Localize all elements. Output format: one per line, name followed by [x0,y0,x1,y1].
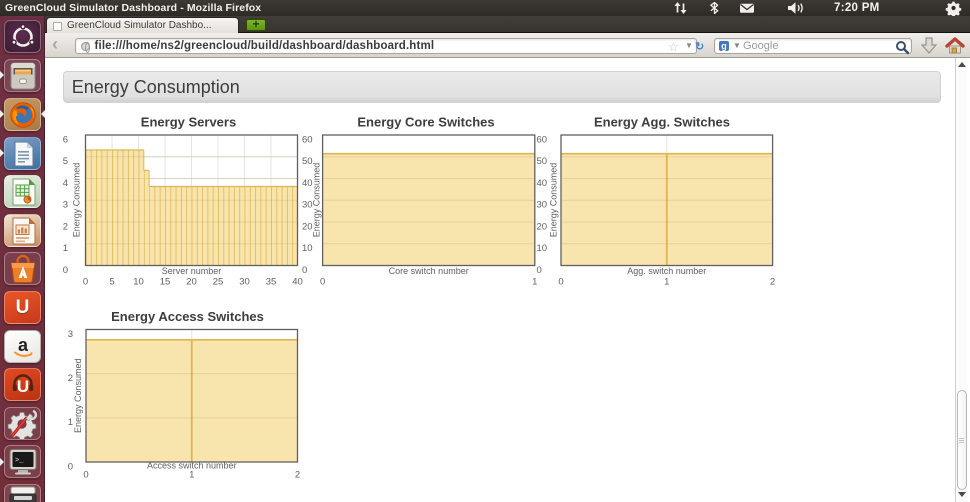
svg-text:30: 30 [537,200,548,211]
svg-text:1: 1 [63,243,68,254]
svg-text:5: 5 [109,276,114,287]
svg-text:Server number: Server number [162,266,222,276]
svg-text:10: 10 [133,276,144,287]
svg-text:0: 0 [302,265,307,276]
svg-text:Energy Core Switches: Energy Core Switches [357,115,494,130]
svg-text:1: 1 [189,470,194,481]
svg-text:40: 40 [292,276,303,287]
svg-text:0: 0 [320,276,325,287]
svg-text:Energy Consumed: Energy Consumed [549,163,559,238]
svg-text:U: U [16,377,28,396]
svg-text:2: 2 [770,276,775,287]
svg-text:Access switch number: Access switch number [147,460,237,470]
svg-text:Energy Access Switches: Energy Access Switches [111,309,264,324]
svg-text:2: 2 [63,221,68,232]
svg-text:20: 20 [186,276,197,287]
svg-text:0: 0 [558,276,563,287]
svg-text:0: 0 [68,461,73,472]
svg-text:1: 1 [664,276,669,287]
svg-text:0: 0 [537,265,542,276]
svg-text:25: 25 [213,276,224,287]
svg-text:0: 0 [83,276,88,287]
svg-text:4: 4 [63,178,68,189]
svg-text:10: 10 [302,243,313,254]
svg-text:5: 5 [63,156,68,167]
svg-text:a: a [17,335,28,355]
svg-text:>_: >_ [15,457,24,465]
svg-text:Energy Servers: Energy Servers [141,115,236,130]
svg-text:0: 0 [63,265,68,276]
svg-text:3: 3 [63,200,68,211]
svg-text:Energy Consumed: Energy Consumed [73,358,83,433]
svg-text:50: 50 [537,156,548,167]
svg-text:30: 30 [239,276,250,287]
svg-text:15: 15 [160,276,171,287]
svg-text:Energy Agg. Switches: Energy Agg. Switches [594,115,730,130]
svg-text:60: 60 [537,134,548,145]
svg-text:2: 2 [295,470,300,481]
svg-text:Core switch number: Core switch number [389,266,469,276]
svg-text:20: 20 [537,221,548,232]
svg-text:10: 10 [537,243,548,254]
svg-text:Agg. switch number: Agg. switch number [627,266,706,276]
svg-text:3: 3 [68,329,73,340]
svg-text:1: 1 [532,276,537,287]
svg-text:Energy Consumed: Energy Consumed [72,163,82,238]
svg-text:0: 0 [83,470,88,481]
svg-text:35: 35 [266,276,277,287]
svg-text:60: 60 [302,134,313,145]
svg-text:6: 6 [63,134,68,145]
svg-text:Energy Consumed: Energy Consumed [312,163,322,238]
svg-text:40: 40 [537,178,548,189]
